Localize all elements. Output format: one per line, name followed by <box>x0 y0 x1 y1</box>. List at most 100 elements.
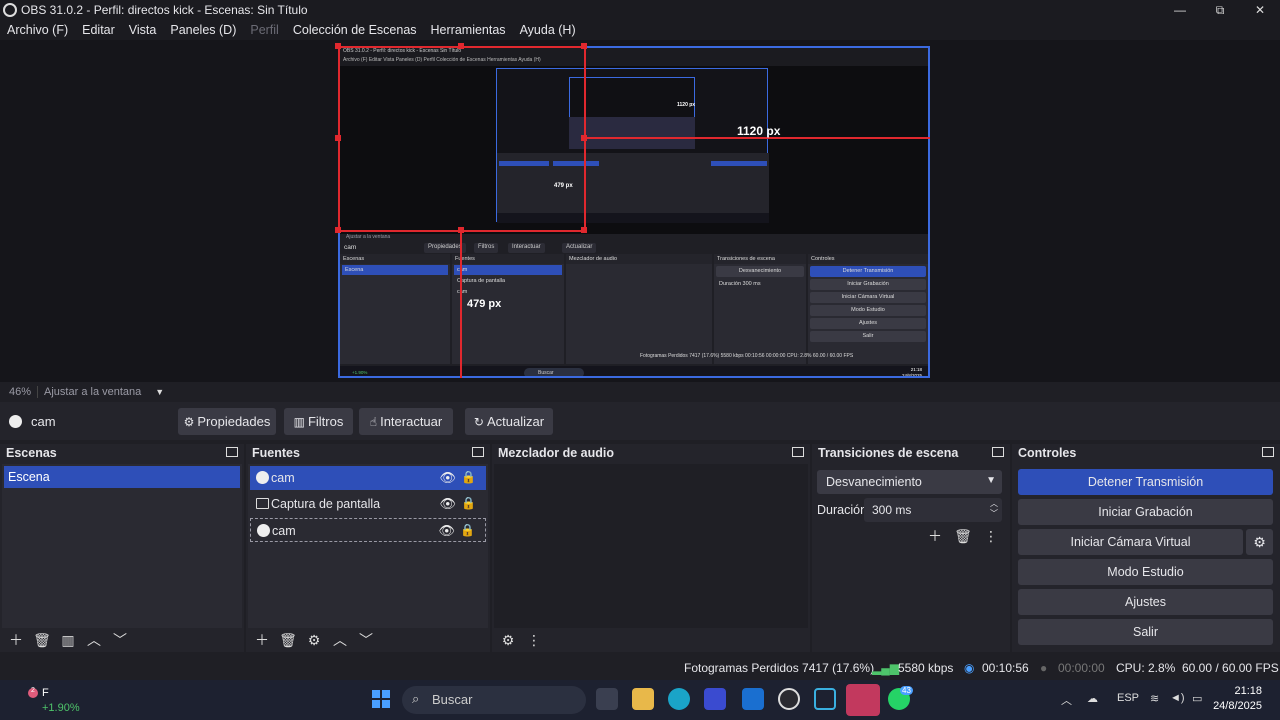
file-explorer-icon[interactable] <box>632 688 654 710</box>
menu-file[interactable]: Archivo (F) <box>7 23 68 37</box>
eye-icon[interactable]: 👁 <box>439 470 456 486</box>
maximize-button[interactable]: ⧉ <box>1200 0 1240 20</box>
taskbar-search[interactable]: ⌕ Buscar <box>402 686 586 714</box>
undock-icon[interactable] <box>1262 447 1274 457</box>
obs-logo-icon <box>3 3 17 17</box>
eye-icon[interactable]: 👁 <box>439 496 456 512</box>
nested-source-selected <box>553 161 599 166</box>
controls-title: Controles <box>1018 446 1077 460</box>
advanced-audio-icon[interactable]: ⚙ <box>498 631 518 649</box>
properties-button[interactable]: ⚙ Propiedades <box>178 408 276 435</box>
stop-stream-button[interactable]: Detener Transmisión <box>1018 469 1273 495</box>
transform-handle-br[interactable] <box>581 227 587 233</box>
whatsapp-badge: 43 <box>900 686 913 695</box>
trash-icon[interactable]: 🗑 <box>32 631 52 649</box>
add-icon[interactable]: ＋ <box>6 631 26 649</box>
source-row[interactable]: cam 👁 🔒 <box>250 466 486 490</box>
menu-docks[interactable]: Paneles (D) <box>170 23 236 37</box>
filter-icon[interactable]: ▥ <box>58 631 78 649</box>
nested-refresh-button: Actualizar <box>562 243 597 253</box>
active-app-icon[interactable] <box>846 684 880 716</box>
undock-icon[interactable] <box>472 447 484 457</box>
gear-icon[interactable]: ⚙ <box>304 631 324 649</box>
zoom-dropdown-icon[interactable]: ▼ <box>155 387 164 397</box>
virtual-camera-button[interactable]: Iniciar Cámara Virtual <box>1018 529 1243 555</box>
windows-start-icon[interactable] <box>372 690 390 708</box>
app-icon[interactable] <box>814 688 836 710</box>
mixer-footer: ⚙ ⋮ <box>492 628 810 652</box>
spin-arrows-icon[interactable]: ︿ ﹀ <box>990 499 998 519</box>
add-icon[interactable]: ＋ <box>924 526 946 546</box>
interact-button[interactable]: ☝ Interactuar <box>359 408 453 435</box>
duration-input[interactable]: 300 ms ︿ ﹀ <box>864 498 1002 522</box>
start-recording-button[interactable]: Iniciar Grabación <box>1018 499 1273 525</box>
nested-exit: Salir <box>810 331 926 342</box>
menu-scene-collection[interactable]: Colección de Escenas <box>293 23 417 37</box>
source-row[interactable]: cam 👁 🔒 <box>250 518 486 542</box>
refresh-button[interactable]: ↻ Actualizar <box>465 408 553 435</box>
scene-item[interactable]: Escena <box>4 466 240 488</box>
task-view-icon[interactable] <box>596 688 618 710</box>
tray-app-icon[interactable]: ☁ <box>1087 692 1098 705</box>
chevron-up-icon[interactable]: ︿ <box>1061 692 1072 708</box>
edge-icon[interactable] <box>668 688 690 710</box>
nested-duration: Duración 300 ms <box>719 281 761 287</box>
menu-help[interactable]: Ayuda (H) <box>520 23 576 37</box>
chevron-up-icon[interactable]: ︿ <box>84 631 104 649</box>
battery-icon[interactable]: ▭ <box>1192 692 1202 705</box>
eye-icon[interactable]: 👁 <box>438 523 455 539</box>
more-icon[interactable]: ⋮ <box>980 526 1002 546</box>
studio-mode-button[interactable]: Modo Estudio <box>1018 559 1273 585</box>
filters-button[interactable]: ▥ Filtros <box>284 408 353 435</box>
trash-icon[interactable]: 🗑 <box>278 631 298 649</box>
nested-menu-bar: Archivo (F) Editar Vista Paneles (D) Per… <box>340 57 928 66</box>
weather-widget[interactable]: 2 F +1.90% <box>22 684 82 716</box>
transform-handle-b[interactable] <box>458 227 464 233</box>
wifi-icon[interactable]: ≋ <box>1150 692 1159 705</box>
record-time: 00:00:00 <box>1058 661 1105 675</box>
lock-icon[interactable]: 🔒 <box>461 470 476 484</box>
clock[interactable]: 21:18 24/8/2025 <box>1213 684 1262 714</box>
settings-button[interactable]: Ajustes <box>1018 589 1273 615</box>
more-icon[interactable]: ⋮ <box>524 631 544 649</box>
sources-title: Fuentes <box>252 446 300 460</box>
minimize-button[interactable]: — <box>1160 0 1200 20</box>
language-indicator[interactable]: ESP <box>1117 692 1139 704</box>
store-icon[interactable] <box>704 688 726 710</box>
transition-select[interactable]: Desvanecimiento ▼ <box>817 470 1002 494</box>
volume-icon[interactable]: ◄) <box>1170 692 1185 704</box>
preview-area[interactable]: OBS 31.0.2 - Perfil: directos kick - Esc… <box>0 40 1280 382</box>
exit-button[interactable]: Salir <box>1018 619 1273 645</box>
source-row[interactable]: Captura de pantalla 👁 🔒 <box>250 492 486 516</box>
transform-handle-tr[interactable] <box>581 43 587 49</box>
nested-source-1: cam <box>454 265 562 275</box>
preview-canvas[interactable]: OBS 31.0.2 - Perfil: directos kick - Esc… <box>338 46 930 378</box>
transform-handle-l[interactable] <box>335 135 341 141</box>
scenes-dock-header: Escenas <box>0 444 244 462</box>
lock-icon[interactable]: 🔒 <box>460 523 475 537</box>
chevron-down-icon[interactable]: ﹀ <box>110 631 130 649</box>
outlook-icon[interactable] <box>742 688 764 710</box>
menu-edit[interactable]: Editar <box>82 23 115 37</box>
transform-handle-r[interactable] <box>581 135 587 141</box>
undock-icon[interactable] <box>792 447 804 457</box>
chevron-up-icon[interactable]: ︿ <box>330 631 350 649</box>
transform-handle-bl[interactable] <box>335 227 341 233</box>
transform-handle-t[interactable] <box>458 43 464 49</box>
undock-icon[interactable] <box>992 447 1004 457</box>
zoom-mode[interactable]: Ajustar a la ventana <box>44 386 141 398</box>
obs-taskbar-icon[interactable] <box>778 688 800 710</box>
chevron-down-icon[interactable]: ﹀ <box>356 631 376 649</box>
trash-icon[interactable]: 🗑 <box>952 526 974 546</box>
nested-clock-date: 24/8/2025 <box>901 373 922 378</box>
menu-view[interactable]: Vista <box>129 23 157 37</box>
undock-icon[interactable] <box>226 447 238 457</box>
transform-handle-tl[interactable] <box>335 43 341 49</box>
menu-tools[interactable]: Herramientas <box>431 23 506 37</box>
lock-icon[interactable]: 🔒 <box>461 496 476 510</box>
close-button[interactable]: ✕ <box>1240 0 1280 20</box>
virtual-camera-gear-icon[interactable]: ⚙ <box>1246 529 1273 555</box>
nested-clock-time: 21:18 <box>910 367 922 372</box>
add-icon[interactable]: ＋ <box>252 631 272 649</box>
selected-source-name: cam <box>31 413 56 429</box>
